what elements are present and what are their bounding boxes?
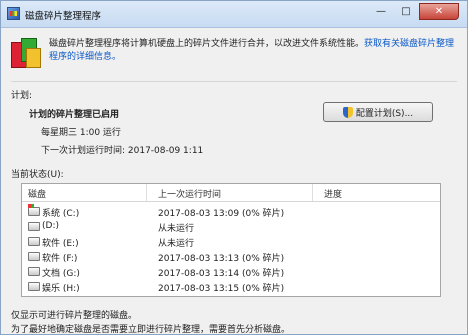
table-row[interactable]: 娱乐 (H:) 2017-08-03 13:15 (0% 碎片) [22,279,440,294]
table-row[interactable]: (D:) 从未运行 [22,219,440,234]
system-drive-icon [28,204,40,216]
next-run-time: 下一次计划运行时间: 2017-08-09 1:11 [41,146,204,156]
table-row[interactable]: 系统 (C:) 2017-08-03 13:09 (0% 碎片) [22,204,440,219]
disk-name: 软件 (E:) [42,239,79,249]
schedule-run-time: 每星期三 1:00 运行 [41,128,121,138]
column-last-run[interactable]: 上一次运行时间 [158,187,221,200]
schedule-status: 计划的碎片整理已启用 [29,110,120,120]
title-bar[interactable]: 磁盘碎片整理程序 — □ ✕ [1,1,467,28]
current-status-label: 当前状态(U): [11,170,64,180]
last-run-time: 从未运行 [158,224,195,234]
intro-description: 磁盘碎片整理程序将计算机硬盘上的碎片文件进行合并，以改进文件系统性能。 [49,39,365,49]
table-row[interactable]: 软件 (F:) 2017-08-03 13:13 (0% 碎片) [22,249,440,264]
disk-name: 娱乐 (H:) [42,284,80,294]
disk-name: 软件 (F:) [42,254,78,264]
drive-icon [28,267,40,276]
configure-schedule-button[interactable]: 配置计划(S)... [323,102,433,122]
last-run-time: 2017-08-03 13:15 (0% 碎片) [158,284,285,294]
defrag-app-icon [7,7,20,20]
last-run-time: 2017-08-03 13:09 (0% 碎片) [158,209,285,219]
shield-icon [342,106,353,118]
defrag-icon [11,38,41,68]
drive-icon [28,237,40,246]
last-run-time: 2017-08-03 13:13 (0% 碎片) [158,254,285,264]
disk-name: 系统 (C:) [42,209,80,219]
configure-schedule-label: 配置计划(S)... [355,108,414,119]
maximize-button[interactable]: □ [394,3,418,20]
divider [11,81,457,82]
drive-icon [28,222,40,231]
minimize-button[interactable]: — [369,3,393,20]
close-button[interactable]: ✕ [419,3,459,20]
footer-note-1: 仅显示可进行碎片整理的磁盘。 [11,311,138,321]
drive-icon [28,282,40,291]
disk-list-header: 磁盘 上一次运行时间 进度 [22,184,440,202]
last-run-time: 2017-08-03 13:14 (0% 碎片) [158,269,285,279]
table-row[interactable]: 软件 (E:) 从未运行 [22,234,440,249]
drive-icon [28,252,40,261]
column-progress[interactable]: 进度 [324,187,342,200]
last-run-time: 从未运行 [158,239,195,249]
footer-note-2: 为了最好地确定磁盘是否需要立即进行碎片整理，需要首先分析磁盘。 [11,325,291,335]
defrag-window: 磁盘碎片整理程序 — □ ✕ 磁盘碎片整理程序将计算机硬盘上的碎片文件进行合并，… [0,0,468,335]
disk-list[interactable]: 磁盘 上一次运行时间 进度 系统 (C:) 2017-08-03 13:09 (… [21,183,441,297]
column-disk[interactable]: 磁盘 [28,187,46,200]
disk-name: (D:) [42,221,59,231]
intro-text: 磁盘碎片整理程序将计算机硬盘上的碎片文件进行合并，以改进文件系统性能。获取有关磁… [49,38,459,68]
disk-name: 文档 (G:) [42,269,80,279]
intro: 磁盘碎片整理程序将计算机硬盘上的碎片文件进行合并，以改进文件系统性能。获取有关磁… [11,38,461,68]
window-title: 磁盘碎片整理程序 [25,11,102,22]
schedule-section-label: 计划: [11,91,33,101]
table-row[interactable]: 文档 (G:) 2017-08-03 13:14 (0% 碎片) [22,264,440,279]
